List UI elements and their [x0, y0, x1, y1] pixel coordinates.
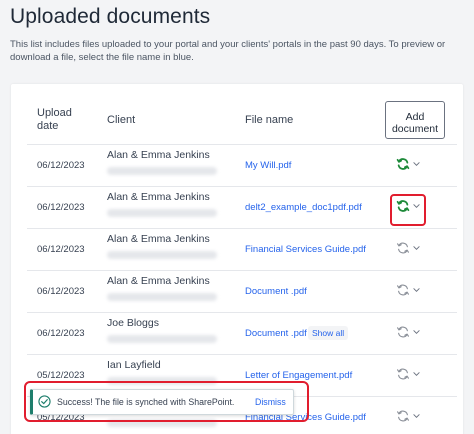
sync-menu[interactable] [396, 325, 428, 341]
file-name-link[interactable]: Letter of Engagement.pdf [245, 370, 352, 381]
file-name-link[interactable]: Financial Services Guide.pdf [245, 244, 366, 255]
client-name: Joe Bloggs [107, 317, 159, 329]
table-row: 06/12/2023 Alan & Emma Jenkins My Will.pdf [27, 144, 457, 186]
chevron-down-icon[interactable] [413, 161, 420, 167]
client-name: Alan & Emma Jenkins [107, 191, 210, 203]
upload-date: 06/12/2023 [37, 328, 85, 339]
table-row: 06/12/2023 Joe Bloggs Document .pdf Show al… [27, 312, 457, 354]
sync-highlight-box [390, 194, 426, 226]
header-client: Client [107, 114, 136, 126]
page-description: This list includes files uploaded to you… [10, 39, 446, 63]
sync-menu[interactable] [396, 241, 428, 257]
table-row: 06/12/2023 Alan & Emma Jenkins Financial S… [27, 228, 457, 270]
file-name-link[interactable]: Document .pdf [245, 286, 307, 297]
show-all-button[interactable]: Show all [308, 326, 349, 340]
toast-highlight-box [24, 381, 309, 422]
table-header: Upload date Client File name Add documen… [11, 84, 463, 144]
client-email-redacted [107, 167, 217, 175]
table-row: 06/12/2023 Alan & Emma Jenkins Document .p… [27, 270, 457, 312]
upload-date: 05/12/2023 [37, 370, 85, 381]
file-name-link[interactable]: Document .pdf [245, 328, 307, 339]
chevron-down-icon[interactable] [413, 287, 420, 293]
chevron-down-icon[interactable] [413, 371, 420, 377]
client-name: Alan & Emma Jenkins [107, 275, 210, 287]
sync-icon[interactable] [396, 241, 410, 255]
client-name: Ian Layfield [107, 359, 161, 371]
chevron-down-icon[interactable] [413, 413, 420, 419]
sync-menu[interactable] [396, 367, 428, 383]
client-email-redacted [107, 209, 217, 217]
sync-icon[interactable] [396, 157, 410, 171]
client-name: Alan & Emma Jenkins [107, 233, 210, 245]
file-name-link[interactable]: delt2_example_doc1pdf.pdf [245, 202, 362, 213]
sync-menu[interactable] [396, 283, 428, 299]
sync-menu[interactable] [396, 157, 428, 173]
sync-icon[interactable] [396, 367, 410, 381]
upload-date: 06/12/2023 [37, 286, 85, 297]
header-file-name: File name [245, 114, 294, 126]
sync-icon[interactable] [396, 325, 410, 339]
upload-date: 06/12/2023 [37, 202, 85, 213]
client-name: Alan & Emma Jenkins [107, 149, 210, 161]
add-document-button[interactable]: Add document [385, 101, 445, 139]
client-email-redacted [107, 251, 217, 259]
sync-menu[interactable] [396, 409, 428, 425]
sync-icon[interactable] [396, 283, 410, 297]
file-name-link[interactable]: My Will.pdf [245, 160, 291, 171]
client-email-redacted [107, 335, 217, 343]
sync-icon[interactable] [396, 409, 410, 423]
client-email-redacted [107, 293, 217, 301]
page-title: Uploaded documents [10, 5, 211, 28]
upload-date: 06/12/2023 [37, 160, 85, 171]
chevron-down-icon[interactable] [413, 329, 420, 335]
chevron-down-icon[interactable] [413, 245, 420, 251]
upload-date: 06/12/2023 [37, 244, 85, 255]
header-upload-date: Upload date [37, 107, 72, 132]
